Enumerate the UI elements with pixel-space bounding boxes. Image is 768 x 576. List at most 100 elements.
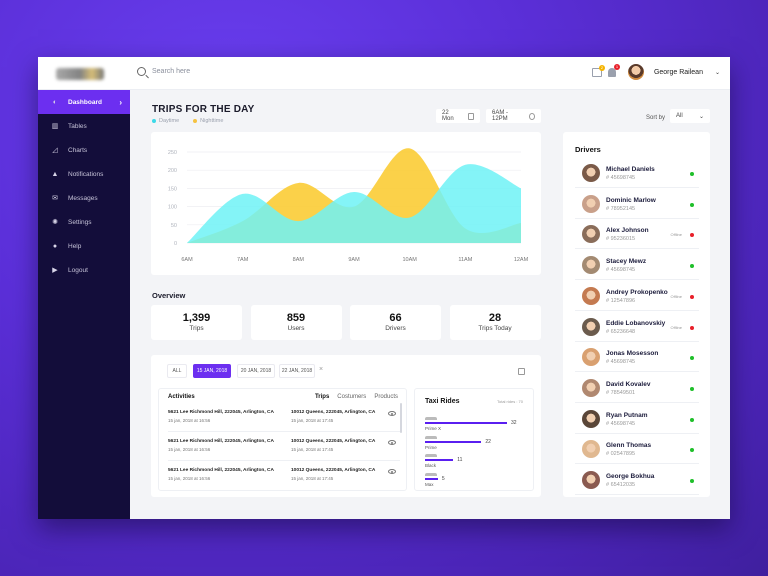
eye-icon[interactable]	[388, 469, 396, 474]
user-avatar[interactable]	[627, 64, 644, 80]
driver-item[interactable]: David Kovalev # 78549501	[575, 373, 699, 403]
filter-tab[interactable]: ALL	[167, 364, 187, 378]
activity-row[interactable]: 5621 Lee Richmond Hill, 222045, Arlingto…	[168, 404, 400, 432]
y-tick-label: 250	[168, 150, 177, 156]
calendar-icon	[467, 112, 474, 120]
y-tick-label: 50	[171, 223, 177, 229]
driver-name: Glenn Thomas	[606, 442, 652, 450]
ride-bar	[425, 422, 507, 424]
status-dot	[690, 233, 694, 238]
ride-count: 11	[457, 457, 463, 463]
stat-label: Trips	[189, 325, 204, 332]
stat-card: 66 Drivers	[350, 305, 441, 340]
status-dot	[690, 386, 694, 391]
driver-item[interactable]: Stacey Mewz # 45698745	[575, 250, 699, 281]
chevron-down-icon[interactable]: ⌄	[715, 69, 720, 76]
sidebar-item-help[interactable]: ● Help	[38, 234, 130, 258]
driver-name: Eddie Lobanovskiy	[606, 319, 666, 327]
driver-item[interactable]: Andrey Prokopenko # 12547896 Offline	[575, 281, 699, 311]
status-dot	[690, 479, 694, 483]
driver-item[interactable]: Alex Johnson # 95236015 Offline	[575, 219, 699, 250]
sort-select[interactable]: All ⌄	[670, 109, 710, 123]
drivers-card: Drivers Michael Daniels # 45698745 Dominic…	[563, 132, 710, 497]
dropoff-address: 10012 Queens, 222045, Arlington, CA	[291, 410, 376, 415]
pickup-time: 15 jan, 2018 at 16:56	[168, 476, 211, 481]
activity-row[interactable]: 5621 Lee Richmond Hill, 222045, Arlingto…	[168, 462, 400, 490]
driver-item[interactable]: Dominic Marlow # 78952145	[575, 189, 699, 219]
sidebar-item-dashboard[interactable]: ◐ Dashboard ›	[38, 90, 130, 114]
driver-item[interactable]: Ryan Putnam # 45698745	[575, 404, 699, 434]
filter-tab[interactable]: 15 JAN, 2018	[193, 364, 231, 378]
status-dot	[690, 202, 694, 207]
bell-icon[interactable]: 1	[607, 63, 620, 77]
ride-count: 5	[441, 475, 445, 482]
main-content: TRIPS FOR THE DAY Daytime Nighttime 22 M…	[130, 90, 730, 519]
driver-avatar	[582, 378, 600, 397]
sidebar-item-notifications[interactable]: ▲ Notifications	[38, 162, 130, 186]
driver-id: # 78952145	[606, 205, 636, 212]
ride-type: Prime	[425, 444, 437, 450]
status-dot	[690, 264, 694, 269]
mail-icon[interactable]: 2	[591, 64, 605, 77]
stat-card: 28 Trips Today	[449, 305, 541, 340]
tab-products[interactable]: Products	[374, 394, 398, 400]
driver-id: # 02547895	[606, 451, 636, 458]
overview-title: Overview	[152, 291, 186, 300]
car-icon	[425, 454, 437, 457]
filter-tab[interactable]: 22 JAN, 2018	[279, 364, 315, 378]
taxi-rides-panel: Taxi Rides Total rides : 70 32 Prime X 22 P…	[414, 388, 534, 491]
driver-avatar	[582, 256, 600, 275]
pickup-address: 5621 Lee Richmond Hill, 222045, Arlingto…	[168, 468, 274, 473]
time-range-picker[interactable]: 6AM - 12PM	[486, 109, 541, 123]
driver-item[interactable]: Michael Daniels # 45698745	[575, 158, 699, 188]
status-dot	[690, 325, 694, 330]
driver-item[interactable]: Glenn Thomas # 02547895	[575, 434, 699, 465]
eye-icon[interactable]	[388, 411, 396, 416]
sidebar-item-label: Tables	[68, 122, 87, 130]
offline-label: Offline	[670, 324, 683, 330]
stat-label: Drivers	[385, 325, 406, 332]
taxi-ride-bar: 5 Max	[425, 472, 525, 491]
help-icon: ●	[52, 242, 58, 250]
pickup-address: 5621 Lee Richmond Hill, 222045, Arlingto…	[168, 439, 274, 444]
close-icon[interactable]: ×	[319, 366, 323, 373]
eye-icon[interactable]	[388, 440, 396, 445]
sidebar-item-tables[interactable]: ▥ Tables	[38, 114, 130, 138]
status-dot	[690, 356, 694, 361]
scrollbar[interactable]	[400, 403, 402, 433]
logo[interactable]	[56, 68, 104, 80]
y-tick-label: 100	[168, 205, 177, 211]
chart-legend: Daytime Nighttime	[152, 118, 223, 124]
calendar-icon[interactable]	[518, 368, 525, 375]
sidebar-item-logout[interactable]: ▶ Logout	[38, 258, 130, 282]
sidebar-item-settings[interactable]: ✺ Settings	[38, 210, 130, 234]
ride-bar	[425, 440, 482, 443]
activity-row[interactable]: 5621 Lee Richmond Hill, 222045, Arlingto…	[168, 433, 400, 461]
driver-item[interactable]: Jonas Mosesson # 45698745	[575, 342, 699, 373]
driver-item[interactable]: George Bokhua # 65412035	[575, 465, 699, 495]
filter-tab[interactable]: 20 JAN, 2018	[237, 364, 275, 378]
search-input[interactable]: Search here	[137, 67, 190, 76]
driver-avatar	[582, 225, 600, 244]
stat-card: 1,399 Trips	[151, 305, 242, 340]
taxi-ride-bar: 11 Black	[425, 454, 525, 472]
driver-id: # 95236015	[606, 236, 636, 243]
driver-name: Stacey Mewz	[606, 258, 647, 266]
sidebar-item-messages[interactable]: ✉ Messages	[38, 186, 130, 210]
x-tick-label: 9AM	[348, 257, 360, 263]
app-window: Search here 2 1 George Railean ⌄ ◐ Dashbo…	[38, 57, 730, 519]
driver-item[interactable]: Eddie Lobanovskiy # 65236648 Offline	[575, 312, 699, 342]
sidebar-item-charts[interactable]: ◿ Charts	[38, 138, 130, 162]
date-picker[interactable]: 22 Mon	[436, 109, 480, 123]
sidebar-item-label: Logout	[68, 266, 88, 274]
mail-icon: ✉	[52, 194, 58, 202]
offline-label: Offline	[670, 232, 683, 238]
series-daytime-area	[187, 164, 521, 243]
driver-avatar	[582, 471, 600, 489]
stat-label: Trips Today	[478, 325, 512, 332]
tab-trips[interactable]: Trips	[315, 394, 329, 400]
driver-id: # 65236648	[606, 328, 636, 335]
tab-costumers[interactable]: Costumers	[337, 394, 366, 400]
user-name[interactable]: George Railean	[654, 69, 703, 76]
sidebar-item-label: Notifications	[68, 170, 104, 178]
